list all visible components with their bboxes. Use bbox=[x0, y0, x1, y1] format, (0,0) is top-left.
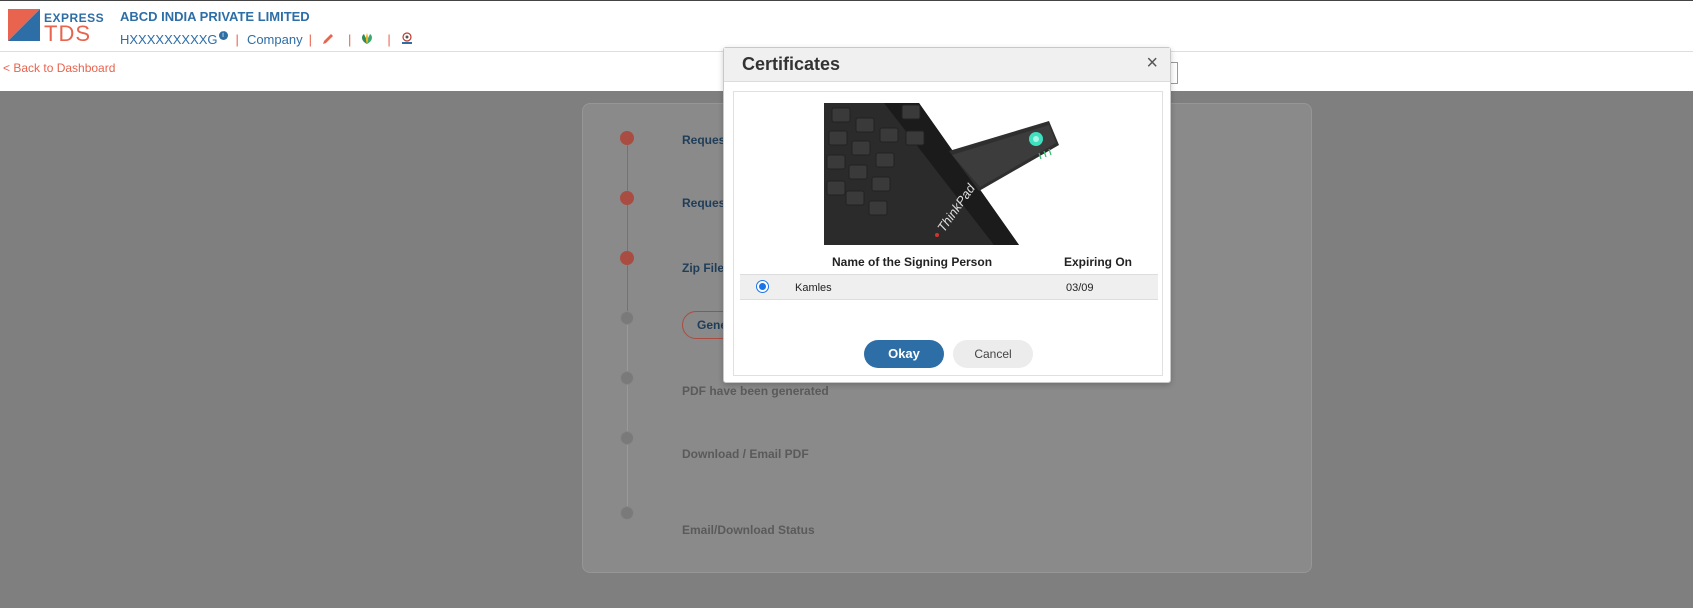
modal-title: Certificates bbox=[742, 54, 841, 74]
step-dot-6 bbox=[620, 431, 634, 445]
pan-number: HXXXXXXXXXG bbox=[120, 31, 218, 47]
signing-person-name: Kamles bbox=[795, 282, 832, 294]
leaf-icon[interactable] bbox=[359, 32, 375, 46]
expiry-date: 03/09 bbox=[1066, 282, 1094, 294]
timeline-progress-line bbox=[627, 138, 628, 318]
modal-header: Certificates × bbox=[724, 48, 1170, 82]
edit-icon[interactable] bbox=[320, 32, 336, 46]
emblem-icon[interactable] bbox=[399, 32, 415, 46]
step-dot-2 bbox=[620, 191, 634, 205]
table-row[interactable]: Kamles 03/09 bbox=[740, 274, 1158, 300]
back-to-dashboard-link[interactable]: < Back to Dashboard bbox=[3, 61, 115, 75]
step-dot-3 bbox=[620, 251, 634, 265]
certificate-radio[interactable] bbox=[756, 280, 769, 293]
cancel-button[interactable]: Cancel bbox=[953, 340, 1033, 368]
divider: | bbox=[308, 31, 312, 47]
certificates-modal: Certificates × ThinkPad Name of the Sign… bbox=[723, 47, 1171, 383]
close-icon[interactable]: × bbox=[1146, 52, 1158, 75]
divider: | bbox=[387, 31, 391, 47]
step-label-6: Download / Email PDF bbox=[682, 447, 809, 461]
app-header: EXPRESS TDS ABCD INDIA PRIVATE LIMITED H… bbox=[0, 0, 1693, 52]
timeline-pending-line bbox=[627, 318, 628, 513]
step-dot-7 bbox=[620, 506, 634, 520]
express-tds-logo[interactable]: EXPRESS TDS bbox=[8, 9, 104, 45]
logo-text-tds: TDS bbox=[44, 21, 91, 46]
step-label-5: PDF have been generated bbox=[682, 384, 829, 398]
step-dot-4 bbox=[620, 311, 634, 325]
company-name: ABCD INDIA PRIVATE LIMITED bbox=[120, 9, 310, 24]
step-label-3: Zip File bbox=[682, 261, 724, 275]
step-dot-5 bbox=[620, 371, 634, 385]
divider: | bbox=[235, 31, 239, 47]
logo-mark-icon bbox=[8, 9, 40, 41]
column-header-expiry: Expiring On bbox=[1064, 255, 1133, 269]
step-label-7: Email/Download Status bbox=[682, 523, 815, 537]
info-icon[interactable]: i bbox=[218, 30, 228, 40]
table-header: Name of the Signing Person Expiring On bbox=[740, 252, 1158, 272]
divider: | bbox=[347, 31, 352, 47]
certificates-table: Name of the Signing Person Expiring On K… bbox=[740, 252, 1158, 300]
entity-type: Company bbox=[246, 31, 303, 47]
okay-button[interactable]: Okay bbox=[864, 340, 944, 368]
column-header-name: Name of the Signing Person bbox=[832, 255, 993, 269]
usb-token-image: ThinkPad bbox=[824, 103, 1074, 245]
step-dot-1 bbox=[620, 131, 634, 145]
company-meta-row: HXXXXXXXXXG i | Company | | | bbox=[120, 30, 415, 47]
modal-body: ThinkPad Name of the Signing Person Expi… bbox=[733, 91, 1163, 376]
